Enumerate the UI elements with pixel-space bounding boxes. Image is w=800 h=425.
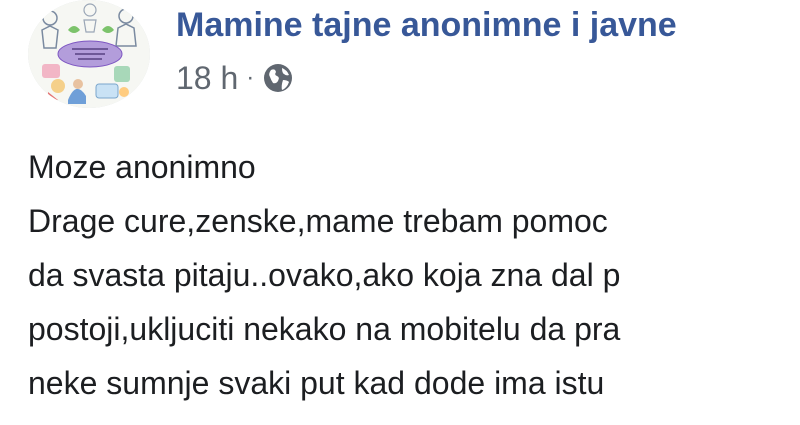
- globe-icon[interactable]: [262, 62, 294, 94]
- group-avatar[interactable]: [28, 0, 150, 108]
- post-header: Mamine tajne anonimne i javne 18 h ·: [28, 0, 800, 110]
- meta-separator: ·: [246, 64, 255, 91]
- group-avatar-illustration: [28, 0, 150, 108]
- post-text-line: neke sumnje svaki put kad dode ima istu: [28, 365, 605, 401]
- post-text-line: da svasta pitaju..ovako,ako koja zna dal…: [28, 257, 621, 293]
- post-meta: 18 h ·: [176, 58, 294, 98]
- post-text: Moze anonimno Drage cure,zenske,mame tre…: [28, 140, 800, 410]
- post-text-line: postoji,ukljuciti nekako na mobitelu da …: [28, 311, 621, 347]
- group-name-link[interactable]: Mamine tajne anonimne i javne: [176, 4, 677, 46]
- post-text-line: Drage cure,zenske,mame trebam pomoc: [28, 203, 608, 239]
- post-timestamp[interactable]: 18 h: [176, 60, 238, 97]
- post-text-line: Moze anonimno: [28, 149, 256, 185]
